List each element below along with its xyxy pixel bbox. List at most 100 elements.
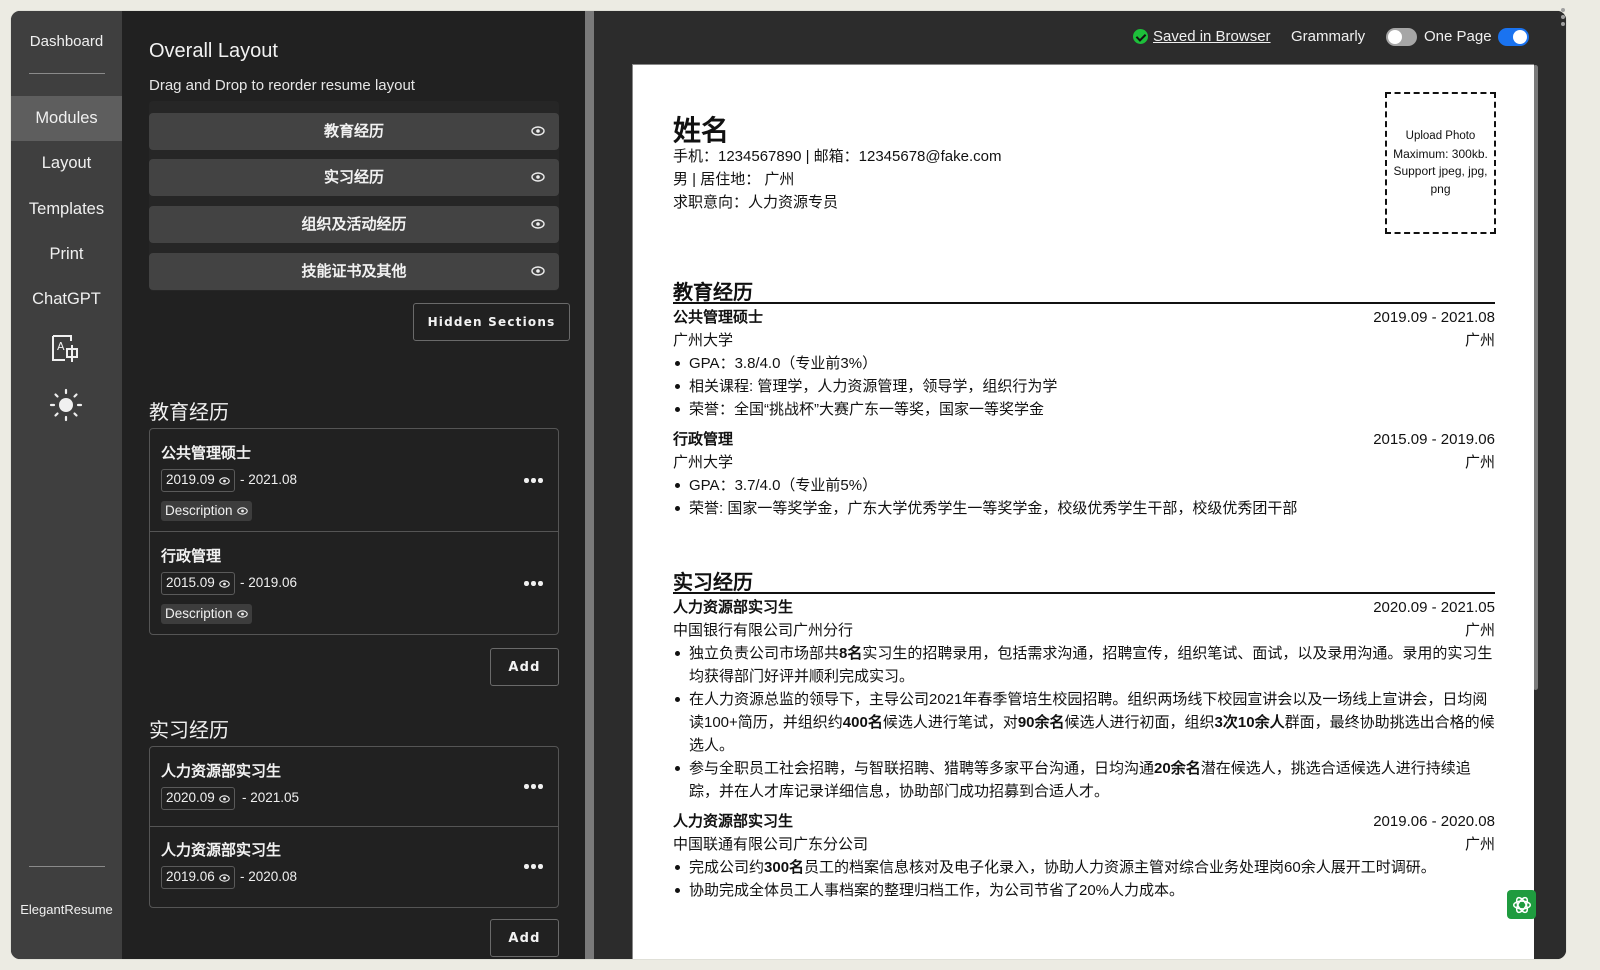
internship-card[interactable]: 人力资源部实习生 2020.09 - 2021.05 [150, 747, 558, 827]
resume-entry-header[interactable]: 行政管理 2015.09 - 2019.06 [673, 428, 1495, 451]
layout-order-list: 教育经历 实习经历 组织及活动经历 技能证书及其他 [149, 101, 559, 291]
theme-sun-icon[interactable] [49, 388, 83, 422]
description-label: Description [165, 606, 233, 621]
start-date: 2020.09 [166, 790, 215, 805]
bullet-item: 完成公司约300名员工的档案信息核对及电子化录入，协助人力资源主管对综合业务处理… [673, 856, 1495, 879]
translate-icon[interactable]: A [49, 333, 83, 367]
end-date[interactable]: - 2021.08 [240, 472, 297, 487]
grammarly-label: Grammarly [1291, 28, 1366, 45]
resume-entry-sub[interactable]: 中国银行有限公司广州分行 广州 [673, 619, 1495, 642]
sidebar-item-dashboard[interactable]: Dashboard [11, 33, 122, 50]
eye-icon[interactable] [219, 795, 230, 803]
resume-entry-header[interactable]: 人力资源部实习生 2020.09 - 2021.05 [673, 596, 1495, 619]
saved-status-link[interactable]: Saved in Browser [1133, 28, 1271, 45]
bullet-list[interactable]: 独立负责公司市场部共8名实习生的招聘录用，包括需求沟通，招聘宣传，组织笔试、面试… [673, 642, 1495, 803]
description-toggle[interactable]: Description [161, 604, 252, 624]
eye-icon[interactable] [236, 507, 248, 515]
bullet-list[interactable]: GPA：3.7/4.0（专业前5%） 荣誉: 国家一等奖学金，广东大学优秀学生一等… [673, 474, 1495, 520]
hidden-sections-button[interactable]: Hidden Sections [413, 303, 570, 341]
internship-card[interactable]: 人力资源部实习生 2019.06 - 2020.08 [150, 827, 558, 907]
bullet-item: 参与全职员工社会招聘，与智联招聘、猎聘等多家平台沟通，日均沟通20余名潜在候选人… [673, 757, 1495, 803]
sidebar-item-modules[interactable]: Modules [11, 96, 122, 141]
sidebar-item-layout[interactable]: Layout [11, 151, 122, 175]
education-card[interactable]: 行政管理 2015.09 - 2019.06 Description [150, 532, 558, 634]
bullet-item: 协助完成全体员工人事档案的整理归档工作，为公司节省了20%人力成本。 [673, 879, 1495, 902]
add-education-button[interactable]: Add [490, 648, 559, 686]
school: 广州大学 [673, 454, 734, 471]
grammarly-toggle[interactable] [1386, 28, 1417, 46]
preview-scroll-track [1536, 11, 1566, 959]
sidebar-item-print[interactable]: Print [11, 242, 122, 266]
location: 广州 [1464, 332, 1495, 349]
description-toggle[interactable]: Description [161, 501, 252, 521]
app-window: Dashboard Modules Layout Templates Print… [11, 11, 1566, 959]
add-internship-button[interactable]: Add [490, 919, 559, 957]
window-drag-handle[interactable] [1560, 8, 1566, 30]
start-date-field[interactable]: 2019.09 [161, 469, 235, 492]
resume-intent[interactable]: 求职意向：人力资源专员 [673, 191, 838, 212]
photo-hint: Support jpeg, jpg, [1393, 164, 1488, 178]
layout-item-activities[interactable]: 组织及活动经历 [149, 206, 559, 243]
bullet-item: 相关课程: 管理学，人力资源管理，领导学，组织行为学 [673, 375, 1495, 398]
education-card[interactable]: 公共管理硕士 2019.09 - 2021.08 Description [150, 429, 558, 532]
resume-entry-sub[interactable]: 广州大学 广州 [673, 329, 1495, 352]
panel-subtitle: Drag and Drop to reorder resume layout [149, 77, 415, 94]
more-options-icon[interactable] [524, 862, 544, 870]
resume-entry-header[interactable]: 人力资源部实习生 2019.06 - 2020.08 [673, 810, 1495, 833]
sidebar-item-chatgpt[interactable]: ChatGPT [11, 287, 122, 311]
start-date-field[interactable]: 2020.09 [161, 787, 235, 810]
end-date[interactable]: - 2019.06 [240, 575, 297, 590]
start-date-field[interactable]: 2015.09 [161, 572, 235, 595]
resume-internship-section: 实习经历 人力资源部实习生 2020.09 - 2021.05 中国银行有限公司… [673, 566, 1495, 902]
more-options-icon[interactable] [524, 782, 544, 790]
layout-item-skills[interactable]: 技能证书及其他 [149, 253, 559, 290]
eye-icon[interactable] [531, 126, 545, 136]
layout-item-label: 教育经历 [323, 123, 384, 140]
eye-icon[interactable] [531, 219, 545, 229]
eye-icon[interactable] [236, 610, 248, 618]
eye-icon[interactable] [219, 874, 230, 882]
dates: 2019.09 - 2021.08 [1373, 309, 1495, 326]
one-page-toggle[interactable] [1498, 28, 1529, 46]
degree: 公共管理硕士 [673, 309, 764, 326]
bullet-list[interactable]: 完成公司约300名员工的档案信息核对及电子化录入，协助人力资源主管对综合业务处理… [673, 856, 1495, 902]
resume-entry-sub[interactable]: 中国联通有限公司广东分公司 广州 [673, 833, 1495, 856]
panel-title: Overall Layout [149, 40, 278, 62]
degree: 行政管理 [673, 431, 734, 448]
end-date[interactable]: - 2021.05 [242, 790, 299, 805]
resume-name[interactable]: 姓名 [673, 109, 729, 149]
resume-entry-header[interactable]: 公共管理硕士 2019.09 - 2021.08 [673, 306, 1495, 329]
eye-icon[interactable] [219, 580, 230, 588]
layout-item-label: 组织及活动经历 [301, 216, 407, 233]
eye-icon[interactable] [531, 172, 545, 182]
start-date: 2019.06 [166, 869, 215, 884]
eye-icon[interactable] [531, 266, 545, 276]
bullet-item: 荣誉：全国“挑战杯”大赛广东一等奖，国家一等奖学金 [673, 398, 1495, 421]
eye-icon[interactable] [219, 477, 230, 485]
end-date[interactable]: - 2020.08 [240, 869, 297, 884]
start-date-field[interactable]: 2019.06 [161, 866, 235, 889]
resume-section-title[interactable]: 实习经历 [673, 566, 1495, 594]
layout-item-internship[interactable]: 实习经历 [149, 159, 559, 196]
resume-section-title[interactable]: 教育经历 [673, 276, 1495, 304]
brand-label[interactable]: ElegantResume [11, 902, 122, 917]
internship-section-title: 实习经历 [149, 720, 229, 742]
card-title: 公共管理硕士 [161, 445, 252, 462]
layout-item-label: 实习经历 [323, 169, 384, 186]
description-label: Description [165, 503, 233, 518]
internship-card-group: 人力资源部实习生 2020.09 - 2021.05 人力资源部实习生 2019… [149, 746, 559, 908]
more-options-icon[interactable] [524, 476, 544, 484]
chatgpt-float-button[interactable] [1507, 890, 1536, 919]
more-options-icon[interactable] [524, 579, 544, 587]
panel-resize-handle[interactable] [585, 11, 594, 959]
sidebar-item-templates[interactable]: Templates [11, 197, 122, 221]
bullet-list[interactable]: GPA：3.8/4.0（专业前3%） 相关课程: 管理学，人力资源管理，领导学，组… [673, 352, 1495, 421]
bullet-item: 独立负责公司市场部共8名实习生的招聘录用，包括需求沟通，招聘宣传，组织笔试、面试… [673, 642, 1495, 688]
resume-info[interactable]: 男 | 居住地： 广州 [673, 168, 794, 189]
education-card-group: 公共管理硕士 2019.09 - 2021.08 Description 行政管… [149, 428, 559, 635]
resume-education-section: 教育经历 公共管理硕士 2019.09 - 2021.08 广州大学 广州 GP… [673, 276, 1495, 520]
resume-entry-sub[interactable]: 广州大学 广州 [673, 451, 1495, 474]
upload-photo-area[interactable]: Upload Photo Maximum: 300kb. Support jpe… [1385, 92, 1496, 234]
layout-item-education[interactable]: 教育经历 [149, 113, 559, 150]
resume-contact[interactable]: 手机：1234567890 | 邮箱：12345678@fake.com [673, 145, 1001, 166]
